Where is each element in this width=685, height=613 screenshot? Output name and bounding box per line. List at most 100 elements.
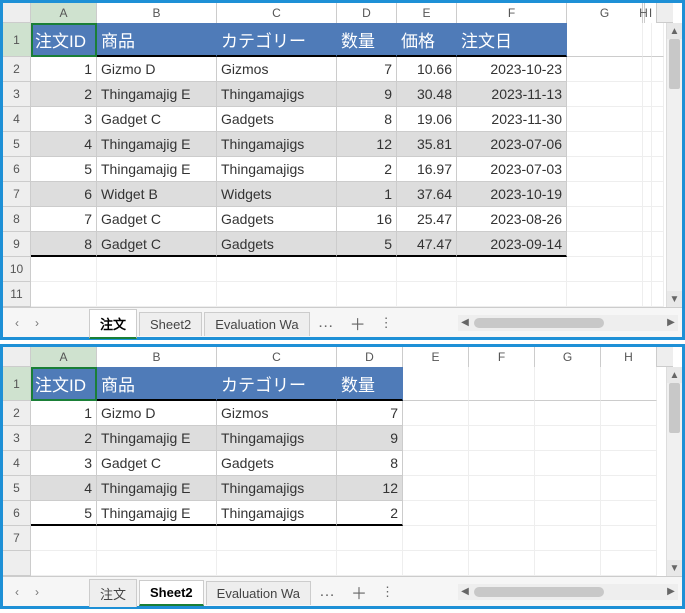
cell[interactable] (567, 182, 643, 207)
cell[interactable]: 4 (31, 132, 97, 157)
column-header-I[interactable]: I (645, 3, 657, 23)
cell[interactable] (403, 551, 469, 576)
column-header-B[interactable]: B (97, 3, 217, 23)
scroll-up-icon[interactable]: ▲ (667, 23, 682, 39)
cell[interactable] (643, 207, 652, 232)
cell[interactable] (567, 132, 643, 157)
cell[interactable] (567, 232, 643, 257)
cell[interactable] (652, 207, 664, 232)
table-header-cell[interactable]: 数量 (337, 23, 397, 57)
cell[interactable] (337, 526, 403, 551)
cell[interactable] (97, 282, 217, 307)
cell[interactable]: 16 (337, 207, 397, 232)
cell[interactable] (643, 157, 652, 182)
cell[interactable] (601, 526, 657, 551)
cell[interactable] (652, 157, 664, 182)
cell[interactable]: 2023-07-03 (457, 157, 567, 182)
cell[interactable] (469, 551, 535, 576)
cell[interactable] (567, 57, 643, 82)
cell[interactable] (601, 451, 657, 476)
cell[interactable] (652, 282, 664, 307)
cell[interactable]: Gizmos (217, 57, 337, 82)
column-header-A[interactable]: A (31, 347, 97, 367)
cell[interactable] (535, 451, 601, 476)
column-header-G[interactable]: G (567, 3, 643, 23)
sheet-tab[interactable]: 注文 (89, 579, 137, 607)
row-header-2[interactable]: 2 (3, 57, 30, 82)
cell[interactable]: 2 (31, 426, 97, 451)
cell[interactable]: 19.06 (397, 107, 457, 132)
row-header-7[interactable]: 7 (3, 182, 30, 207)
table-header-cell[interactable]: カテゴリー (217, 23, 337, 57)
cell[interactable]: 3 (31, 107, 97, 132)
cell[interactable] (31, 257, 97, 282)
column-header-F[interactable]: F (469, 347, 535, 367)
cell[interactable] (652, 232, 664, 257)
cell[interactable]: 7 (337, 401, 403, 426)
cell[interactable]: Thingamajig E (97, 501, 217, 526)
cell[interactable] (217, 551, 337, 576)
column-header-D[interactable]: D (337, 347, 403, 367)
cell[interactable] (469, 426, 535, 451)
cell[interactable] (643, 282, 652, 307)
table-header-cell[interactable]: 注文ID (31, 23, 97, 57)
cell[interactable] (337, 551, 403, 576)
row-header-8[interactable]: 8 (3, 207, 30, 232)
cell[interactable]: Gadgets (217, 451, 337, 476)
column-header-B[interactable]: B (97, 347, 217, 367)
cell[interactable]: Thingamajigs (217, 132, 337, 157)
table-header-cell[interactable]: 商品 (97, 367, 217, 401)
row-header-1[interactable]: 1 (3, 23, 30, 57)
cell[interactable]: 10.66 (397, 57, 457, 82)
cell[interactable] (567, 107, 643, 132)
cell[interactable]: 37.64 (397, 182, 457, 207)
cell[interactable] (403, 401, 469, 426)
row-header-[interactable] (3, 551, 30, 576)
scroll-thumb[interactable] (669, 383, 680, 433)
row-header-1[interactable]: 1 (3, 367, 30, 401)
cell[interactable] (567, 82, 643, 107)
tab-menu-icon[interactable]: ⋮ (374, 315, 399, 331)
cell[interactable] (535, 476, 601, 501)
column-header-C[interactable]: C (217, 347, 337, 367)
cell[interactable] (643, 82, 652, 107)
select-all-corner[interactable] (3, 3, 31, 23)
cell[interactable]: 35.81 (397, 132, 457, 157)
row-header-11[interactable]: 11 (3, 282, 30, 307)
table-header-cell[interactable]: 数量 (337, 367, 403, 401)
horizontal-scrollbar[interactable]: ◀▶ (458, 315, 678, 331)
cell[interactable]: 1 (337, 182, 397, 207)
cell[interactable]: Thingamajigs (217, 501, 337, 526)
cell[interactable] (469, 451, 535, 476)
cell[interactable]: 1 (31, 401, 97, 426)
cell[interactable] (601, 426, 657, 451)
cell[interactable] (31, 551, 97, 576)
cell[interactable] (567, 157, 643, 182)
table-header-cell[interactable]: 価格 (397, 23, 457, 57)
row-header-2[interactable]: 2 (3, 401, 30, 426)
cell[interactable]: 4 (31, 476, 97, 501)
cell[interactable] (535, 526, 601, 551)
cell[interactable] (643, 232, 652, 257)
row-header-5[interactable]: 5 (3, 132, 30, 157)
cell[interactable]: 9 (337, 82, 397, 107)
row-header-3[interactable]: 3 (3, 426, 30, 451)
cell[interactable]: Gadget C (97, 107, 217, 132)
vertical-scrollbar[interactable]: ▲▼ (666, 367, 682, 576)
cell[interactable] (535, 551, 601, 576)
cell[interactable]: Gadget C (97, 451, 217, 476)
cell[interactable] (97, 551, 217, 576)
cell[interactable] (643, 257, 652, 282)
cell[interactable]: Gadgets (217, 107, 337, 132)
tab-nav-next[interactable]: › (27, 312, 47, 334)
cell[interactable]: 2023-10-23 (457, 57, 567, 82)
cell[interactable]: Thingamajig E (97, 476, 217, 501)
cell[interactable]: Thingamajig E (97, 426, 217, 451)
cell[interactable]: 2 (31, 82, 97, 107)
cell[interactable]: 8 (31, 232, 97, 257)
sheet-tab[interactable]: Evaluation Wa (206, 581, 311, 605)
cell[interactable] (535, 401, 601, 426)
cell[interactable]: Widgets (217, 182, 337, 207)
column-header-G[interactable]: G (535, 347, 601, 367)
cell[interactable] (643, 182, 652, 207)
